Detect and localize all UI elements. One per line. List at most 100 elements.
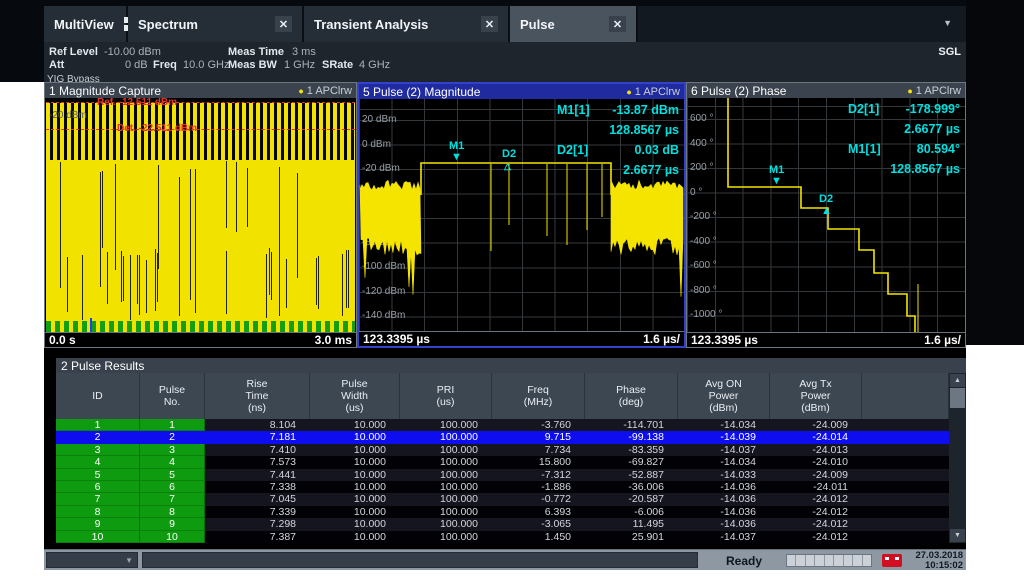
value-cell: 6.393 — [492, 506, 585, 518]
value-cell: 100.000 — [400, 469, 492, 481]
column-header[interactable]: Avg TxPower(dBm) — [770, 373, 862, 419]
value-cell: -14.036 — [678, 481, 770, 493]
capture-gap-line — [316, 258, 317, 305]
column-header[interactable]: PulseNo. — [140, 373, 205, 419]
trace-mode-text: 1 APClrw — [916, 84, 961, 98]
value-cell: -14.039 — [678, 431, 770, 443]
att-value: 0 dB — [125, 59, 148, 71]
panel-magnitude-capture-title[interactable]: 1 Magnitude Capture ● 1 APClrw — [45, 83, 356, 98]
tab-pulse-label: Pulse — [520, 17, 555, 32]
scroll-down-icon[interactable]: ▼ — [950, 529, 965, 542]
capture-gap-line — [146, 260, 147, 313]
marker-readout-row: 2.6677 µs — [818, 122, 960, 142]
table-row[interactable]: 997.29810.000100.000-3.06511.495-14.036-… — [56, 518, 949, 530]
table-row[interactable]: 447.57310.000100.00015.800-69.827-14.034… — [56, 456, 949, 468]
tab-spectrum[interactable]: Spectrum ✕ — [128, 6, 304, 42]
marker-d2-flag[interactable]: D2 — [502, 149, 516, 159]
status-dropdown[interactable]: ▼ — [46, 552, 138, 568]
magnitude-x-axis: 123.3395 µs 1.6 µs/ — [359, 331, 684, 346]
id-cell: 4 — [140, 456, 205, 468]
column-header[interactable]: RiseTime(ns) — [205, 373, 310, 419]
ref-line-label: Ref. -12.511 dBm — [97, 98, 177, 108]
table-row[interactable]: 10107.38710.000100.0001.45025.901-14.037… — [56, 531, 949, 543]
table-row[interactable]: 118.10410.000100.000-3.760-114.701-14.03… — [56, 419, 949, 431]
magnitude-capture-plot[interactable]: -20 dBm Ref. -12.511 dBm Det. -22.511 dB… — [45, 98, 356, 332]
value-cell: 100.000 — [400, 456, 492, 468]
capture-gap-line — [342, 254, 343, 316]
capture-gap-line — [297, 173, 298, 278]
column-header[interactable]: Phase(deg) — [585, 373, 678, 419]
freq-label: Freq — [153, 59, 177, 71]
marker-readout-row: M1[1]80.594° — [818, 142, 960, 162]
scroll-up-icon[interactable]: ▲ — [950, 374, 965, 387]
panel-pulse-magnitude-title[interactable]: 5 Pulse (2) Magnitude ● 1 APClrw — [359, 84, 684, 99]
capture-gap-line — [236, 162, 237, 232]
close-icon[interactable]: ✕ — [481, 16, 498, 32]
det-line-label: Det. -22.511 dBm — [117, 123, 197, 134]
column-header[interactable]: Avg ONPower(dBm) — [678, 373, 770, 419]
results-table-title[interactable]: 2 Pulse Results — [56, 358, 966, 373]
close-icon[interactable]: ✕ — [609, 16, 626, 32]
column-header[interactable]: PRI(us) — [400, 373, 492, 419]
panel-pulse-phase-title[interactable]: 6 Pulse (2) Phase ● 1 APClrw — [687, 83, 965, 98]
table-scrollbar[interactable]: ▲ ▼ — [949, 373, 966, 543]
capture-gap-line — [102, 171, 103, 248]
capture-gap-line — [115, 164, 116, 270]
value-cell: 7.734 — [492, 444, 585, 456]
value-cell: 10.000 — [310, 469, 400, 481]
tab-multiview[interactable]: MultiView — [44, 6, 128, 42]
value-cell: -3.065 — [492, 518, 585, 530]
table-row[interactable]: 777.04510.000100.000-0.772-20.587-14.036… — [56, 493, 949, 505]
tab-spectrum-label: Spectrum — [138, 17, 198, 32]
empty-cell — [862, 419, 949, 431]
scrollbar-thumb[interactable] — [950, 388, 965, 408]
marker-d2-flag[interactable]: D2 — [819, 194, 833, 204]
id-cell: 4 — [56, 456, 140, 468]
tab-transient-analysis[interactable]: Transient Analysis ✕ — [304, 6, 510, 42]
value-cell: 10.000 — [310, 531, 400, 543]
marker-m1-flag[interactable]: M1 — [449, 141, 464, 151]
tab-pulse[interactable]: Pulse ✕ — [510, 6, 638, 42]
tab-overflow-caret-icon[interactable]: ▼ — [943, 18, 952, 28]
meas-time-label: Meas Time — [228, 46, 284, 58]
srate-value: 4 GHz — [359, 59, 390, 71]
pulse-phase-plot[interactable]: 600 °400 °200 °0 °-200 °-400 °-600 °-800… — [687, 98, 965, 332]
chevron-down-icon: ▼ — [125, 556, 133, 565]
status-message-field — [142, 552, 698, 568]
value-cell: 15.800 — [492, 456, 585, 468]
table-row[interactable]: 227.18110.000100.0009.715-99.138-14.039-… — [56, 431, 949, 443]
column-header[interactable]: Freq(MHz) — [492, 373, 585, 419]
panel-pulse-magnitude: 5 Pulse (2) Magnitude ● 1 APClrw 20 dBm0… — [357, 82, 686, 348]
status-bar: ▼ Ready 27.03.2018 10:15:02 — [44, 549, 966, 570]
id-cell: 5 — [56, 469, 140, 481]
capture-noise-fill — [46, 160, 355, 321]
column-header[interactable] — [862, 373, 949, 419]
table-row[interactable]: 667.33810.000100.000-1.886-36.006-14.036… — [56, 481, 949, 493]
pulse-magnitude-plot[interactable]: 20 dBm0 dBm-20 dBm-40 dBm-60 dBm-80 dBm-… — [359, 99, 684, 331]
value-cell: 10.000 — [310, 419, 400, 431]
table-row[interactable]: 557.44110.000100.000-7.312-52.887-14.033… — [56, 469, 949, 481]
value-cell: 100.000 — [400, 493, 492, 505]
value-cell: 100.000 — [400, 419, 492, 431]
capture-pulse-bars — [46, 103, 355, 160]
panel-title-text: 5 Pulse (2) Magnitude — [363, 85, 480, 99]
id-cell: 3 — [140, 444, 205, 456]
column-header[interactable]: ID — [56, 373, 140, 419]
calendar-icon — [882, 554, 902, 567]
value-cell: 7.338 — [205, 481, 310, 493]
ref-level-line — [46, 102, 355, 103]
pulse-results-table: 2 Pulse Results IDPulseNo.RiseTime(ns)Pu… — [56, 358, 966, 543]
value-cell: 100.000 — [400, 431, 492, 443]
trace-badge: ● 1 APClrw — [907, 84, 961, 98]
capture-gap-line — [158, 165, 159, 269]
table-row[interactable]: 337.41010.000100.0007.734-83.359-14.037-… — [56, 444, 949, 456]
table-row[interactable]: 887.33910.000100.0006.393-6.006-14.036-2… — [56, 506, 949, 518]
column-header[interactable]: PulseWidth(us) — [310, 373, 400, 419]
marker-m1-flag[interactable]: M1 — [769, 165, 784, 175]
close-icon[interactable]: ✕ — [275, 16, 292, 32]
x-axis-start: 0.0 s — [49, 333, 76, 347]
x-axis-end: 3.0 ms — [315, 333, 352, 347]
value-cell: -24.014 — [770, 431, 862, 443]
trace-dot-icon: ● — [907, 84, 912, 98]
capture-gap-line — [82, 255, 83, 320]
